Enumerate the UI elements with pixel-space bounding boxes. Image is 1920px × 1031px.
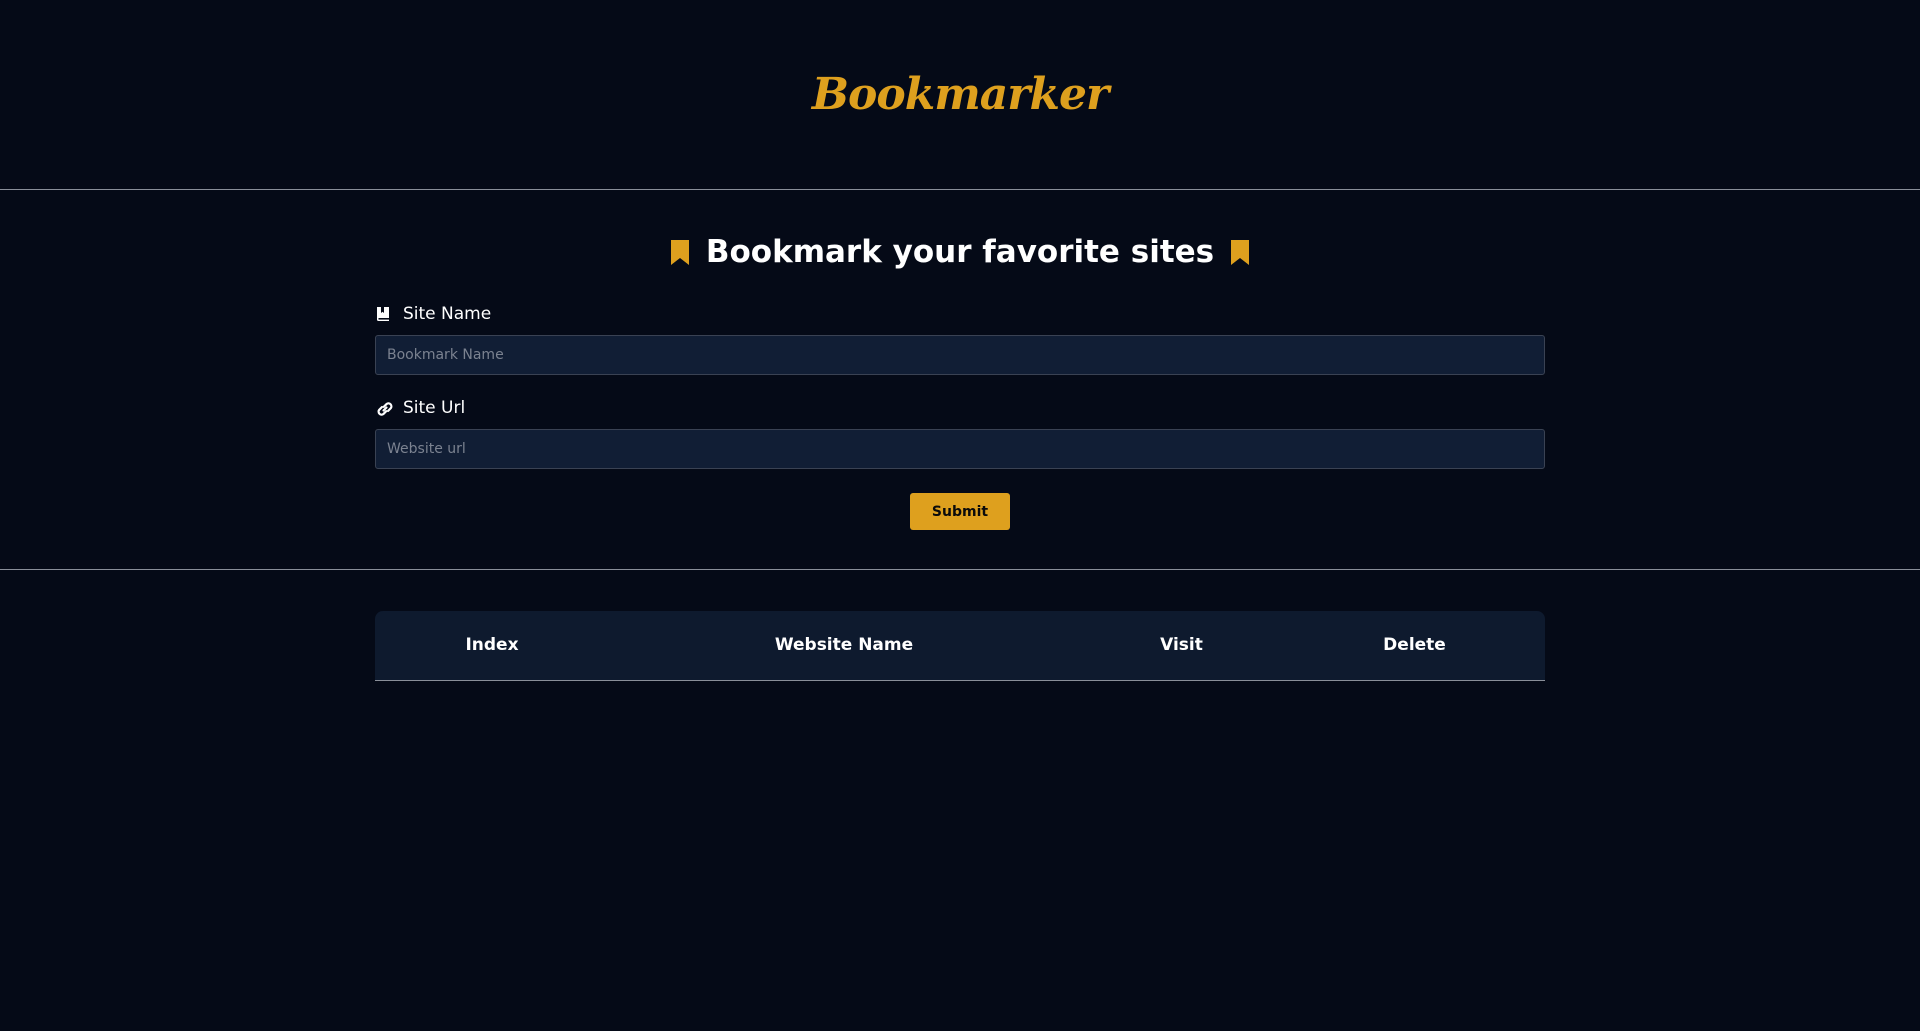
headline-text: Bookmark your favorite sites: [705, 234, 1215, 270]
bookmark-icon: [670, 239, 690, 266]
site-url-label: Site Url: [375, 398, 465, 418]
submit-button[interactable]: Submit: [910, 493, 1010, 530]
column-header-index: Index: [375, 611, 609, 681]
site-url-label-text: Site Url: [403, 398, 466, 418]
brand-logo: Bookmarker: [811, 69, 1109, 120]
table-header-row: Index Website Name Visit Delete: [375, 611, 1545, 681]
site-url-input[interactable]: [375, 429, 1545, 469]
book-icon: [375, 305, 393, 323]
bookmark-form-section: Bookmark your favorite sites Site Name S…: [0, 190, 1920, 570]
site-name-label: Site Name: [375, 304, 491, 324]
site-name-label-text: Site Name: [403, 304, 492, 324]
bookmarks-table: Index Website Name Visit Delete: [375, 611, 1545, 681]
table-header: Index Website Name Visit Delete: [375, 611, 1545, 681]
site-header: Bookmarker: [0, 0, 1920, 190]
site-name-input[interactable]: [375, 335, 1545, 375]
column-header-visit: Visit: [1079, 611, 1284, 681]
column-header-website-name: Website Name: [609, 611, 1079, 681]
bookmarks-table-container: Index Website Name Visit Delete: [375, 611, 1545, 681]
column-header-delete: Delete: [1284, 611, 1545, 681]
form-headline: Bookmark your favorite sites: [0, 234, 1920, 270]
link-icon: [375, 399, 393, 417]
bookmark-icon: [1230, 239, 1250, 266]
